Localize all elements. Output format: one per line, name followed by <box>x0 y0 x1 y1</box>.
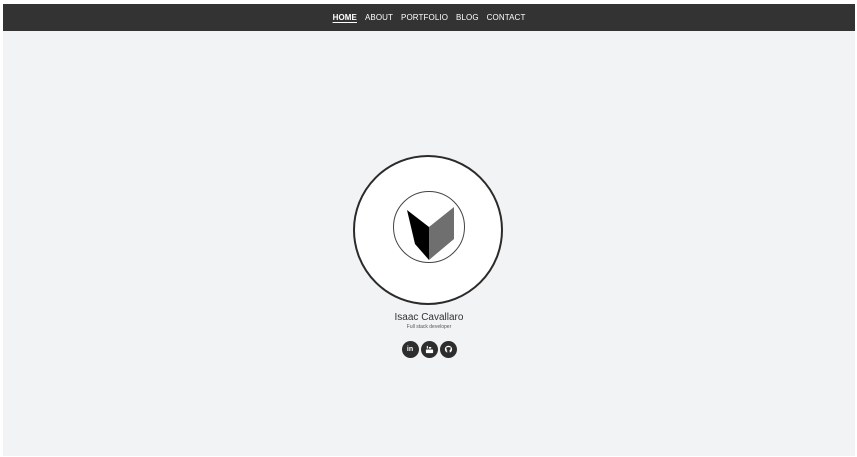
profile-name: Isaac Cavallaro <box>394 312 464 323</box>
github-button[interactable] <box>439 341 457 358</box>
nav-blog-link[interactable]: BLOG <box>456 13 479 22</box>
profile-subtitle: Full stack developer <box>406 324 452 330</box>
github-icon <box>444 345 452 353</box>
logo-graphic <box>407 207 454 260</box>
navbar: HOME ABOUT PORTFOLIO BLOG CONTACT <box>3 4 855 31</box>
nav-contact-link[interactable]: CONTACT <box>487 13 526 22</box>
youtube-icon <box>425 345 433 354</box>
nav-portfolio-link[interactable]: PORTFOLIO <box>401 13 448 22</box>
social-links: in <box>3 341 855 358</box>
avatar <box>353 155 503 305</box>
youtube-button[interactable] <box>420 341 438 358</box>
nav-about-link[interactable]: ABOUT <box>365 13 393 22</box>
page: HOME ABOUT PORTFOLIO BLOG CONTACT Isaac … <box>3 4 855 456</box>
linkedin-icon: in <box>406 346 414 353</box>
nav-home-link[interactable]: HOME <box>333 13 357 22</box>
linkedin-button[interactable]: in <box>401 341 419 358</box>
shield-v-logo-icon <box>393 191 465 263</box>
